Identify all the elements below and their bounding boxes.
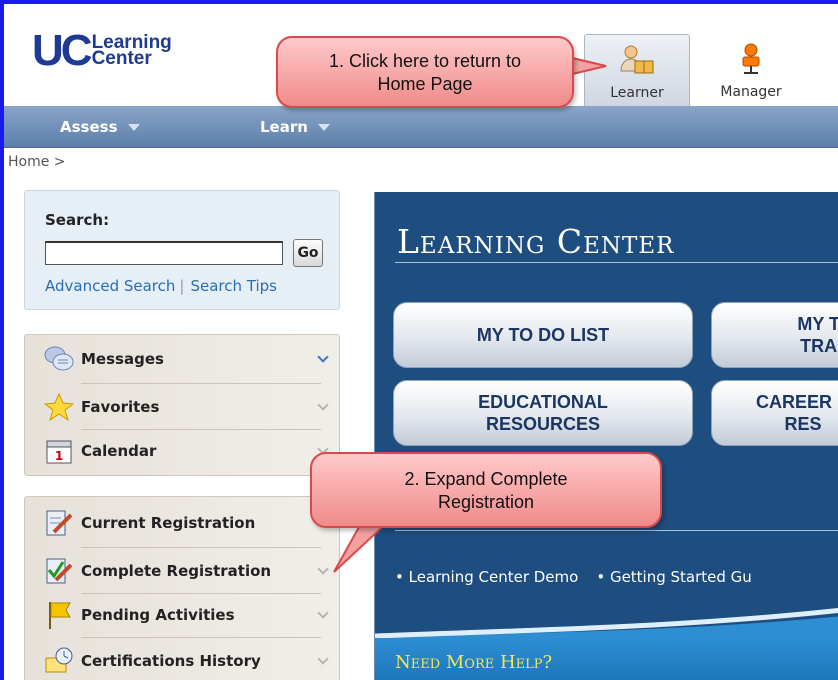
manager-icon: [698, 34, 804, 76]
sidebar-item-current-registration[interactable]: Current Registration: [25, 501, 341, 545]
sidebar-item-certifications-history[interactable]: Certifications History: [25, 639, 341, 680]
nav-learn-label: Learn: [260, 118, 308, 136]
sidebar-item-label: Certifications History: [81, 652, 261, 670]
advanced-search-link[interactable]: Advanced Search: [45, 277, 175, 295]
sidebar-item-favorites[interactable]: Favorites: [25, 385, 341, 429]
tab-learner-label: Learner: [610, 85, 664, 101]
nav-assess[interactable]: Assess: [60, 106, 140, 148]
flag-icon: [41, 599, 77, 631]
app-frame: UC Learning Center Learner Manager Asses…: [0, 0, 838, 680]
sidebar-item-label: Favorites: [81, 398, 160, 416]
uc-learning-center-logo[interactable]: UC Learning Center: [32, 28, 172, 74]
calendar-icon: 1: [41, 435, 77, 467]
callout-return-home: 1. Click here to return to Home Page: [276, 36, 574, 108]
learning-center-panel: Learning Center MY TO DO LIST MY T TRA E…: [374, 192, 838, 680]
need-more-help-section: Need More Help?: [375, 638, 838, 680]
learning-center-links: • Learning Center Demo • Getting Started …: [395, 568, 770, 586]
sidebar-item-label: Current Registration: [81, 514, 256, 532]
need-more-help-title[interactable]: Need More Help?: [395, 652, 552, 673]
tab-manager-label: Manager: [720, 84, 782, 100]
sidebar-item-messages[interactable]: Messages: [25, 337, 341, 381]
sidebar-item-complete-registration[interactable]: Complete Registration: [25, 549, 341, 593]
my-to-do-list-button[interactable]: MY TO DO LIST: [393, 302, 693, 368]
chevron-down-icon[interactable]: [317, 563, 329, 575]
learning-center-demo-link[interactable]: • Learning Center Demo: [395, 568, 578, 586]
search-title: Search:: [45, 211, 110, 229]
search-links: Advanced Search | Search Tips: [45, 277, 277, 295]
current-registration-icon: [41, 507, 77, 539]
chevron-down-icon: [127, 124, 140, 131]
messages-icon: [41, 343, 77, 375]
certifications-history-icon: [41, 645, 77, 677]
divider: [81, 383, 321, 384]
my-training-button[interactable]: MY T TRA: [711, 302, 838, 368]
sidebar-item-label: Calendar: [81, 442, 157, 460]
sidebar-item-label: Messages: [81, 350, 164, 368]
getting-started-link[interactable]: • Getting Started Gu: [596, 568, 752, 586]
chevron-down-icon[interactable]: [317, 399, 329, 411]
sidebar-item-calendar[interactable]: 1 Calendar: [25, 429, 341, 473]
title-divider: [395, 262, 838, 263]
chevron-down-icon[interactable]: [317, 607, 329, 619]
sidebar-item-label: Complete Registration: [81, 562, 272, 580]
sidebar-item-pending-activities[interactable]: Pending Activities: [25, 593, 341, 637]
search-panel: Search: Go Advanced Search | Search Tips: [24, 190, 340, 310]
logo-uc-text: UC: [32, 26, 93, 75]
links-divider: [395, 530, 838, 531]
career-development-button[interactable]: CAREER D RES: [711, 380, 838, 446]
svg-text:1: 1: [55, 449, 63, 463]
nav-assess-label: Assess: [60, 118, 118, 136]
divider: [81, 637, 321, 638]
go-button[interactable]: Go: [293, 239, 323, 267]
sidebar-item-label: Pending Activities: [81, 606, 235, 624]
star-icon: [41, 391, 77, 423]
sidebar-group-messages: Messages Favorites 1 Calendar: [24, 334, 340, 476]
chevron-down-icon[interactable]: [317, 351, 329, 363]
divider: [81, 547, 321, 548]
sidebar-group-registration: Current Registration Complete Registrati…: [24, 496, 340, 680]
learning-center-title: Learning Center: [397, 222, 675, 261]
tab-manager[interactable]: Manager: [698, 34, 804, 106]
educational-resources-button[interactable]: EDUCATIONAL RESOURCES: [393, 380, 693, 446]
breadcrumb[interactable]: Home >: [8, 154, 66, 170]
complete-registration-icon: [41, 555, 77, 587]
main-nav-bar: Assess Learn: [4, 106, 838, 148]
chevron-down-icon[interactable]: [317, 653, 329, 665]
decorative-wave: [375, 608, 838, 642]
chevron-down-icon: [317, 124, 330, 131]
link-separator: |: [179, 277, 185, 295]
nav-learn[interactable]: Learn: [260, 106, 330, 148]
logo-line2: Center: [91, 48, 152, 69]
logo-learning-center-text: Learning Center: [91, 33, 172, 69]
search-tips-link[interactable]: Search Tips: [190, 277, 277, 295]
callout-expand-complete-registration: 2. Expand Complete Registration: [310, 452, 662, 528]
search-input[interactable]: [45, 241, 283, 265]
